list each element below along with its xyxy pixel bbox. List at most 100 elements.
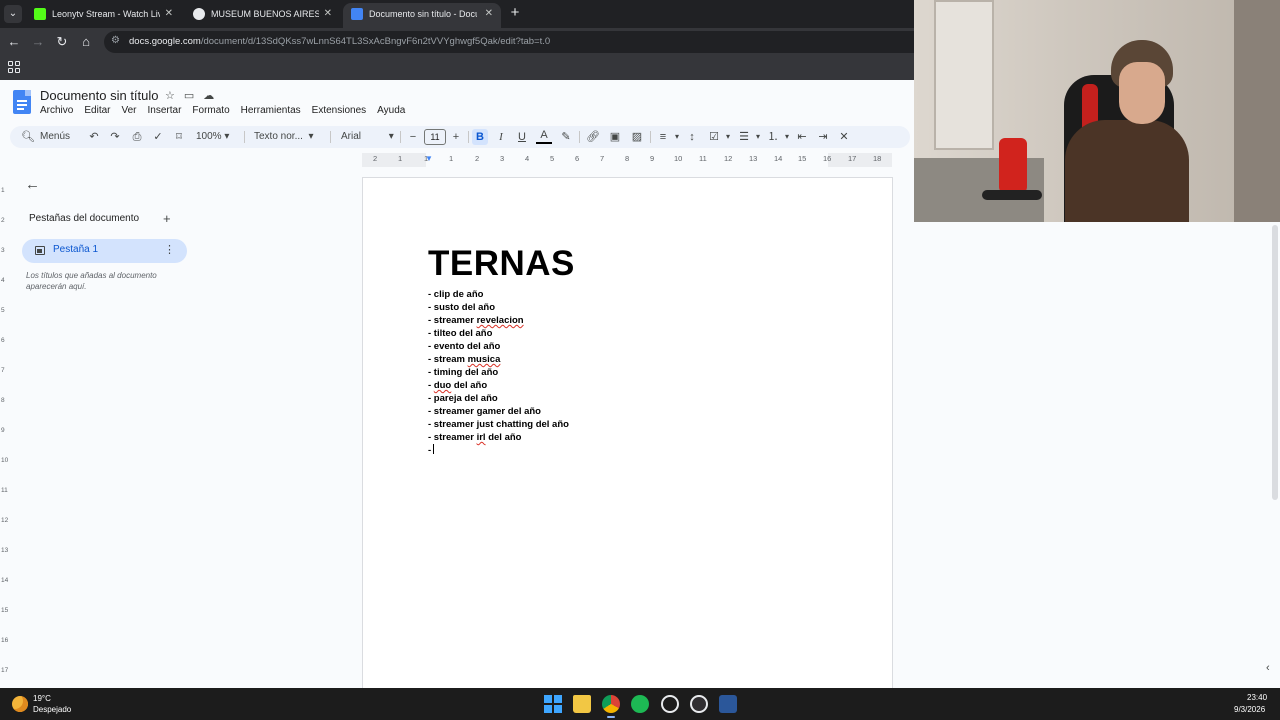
list-item[interactable]: - pareja del año xyxy=(428,392,569,405)
checklist-dropdown-chevron-icon[interactable]: ▾ xyxy=(720,126,736,148)
menu-formato[interactable]: Formato xyxy=(192,105,229,116)
insert-image-icon[interactable]: ▨ xyxy=(629,126,645,148)
chrome-icon[interactable] xyxy=(602,695,620,718)
misspelled-word[interactable]: revelacion xyxy=(477,315,524,326)
highlight-color-icon[interactable]: ✎ xyxy=(558,126,574,148)
decrease-indent-icon[interactable]: ⇤ xyxy=(794,126,810,148)
paint-format-icon[interactable]: ⌑ xyxy=(171,126,187,148)
back-arrow-icon[interactable]: ← xyxy=(5,33,23,51)
zoom-select[interactable]: 100% ▾ xyxy=(196,126,229,148)
text-color-icon[interactable]: A xyxy=(536,126,552,144)
clear-formatting-icon[interactable]: ✕ xyxy=(836,126,852,148)
spotify-icon[interactable] xyxy=(631,695,649,713)
document-page[interactable]: TERNAS - clip de año - susto del año - s… xyxy=(362,177,893,697)
menu-extensiones[interactable]: Extensiones xyxy=(312,105,366,116)
microphone-icon xyxy=(999,138,1027,193)
file-explorer-icon[interactable] xyxy=(573,695,591,713)
steam-icon[interactable] xyxy=(661,695,679,713)
more-options-icon[interactable]: ⋮ xyxy=(164,243,175,256)
italic-icon[interactable]: I xyxy=(493,126,509,148)
page-scrollbar[interactable] xyxy=(1272,225,1278,500)
document-heading[interactable]: TERNAS xyxy=(428,244,575,284)
spellcheck-icon[interactable]: ✓ xyxy=(150,126,166,148)
home-icon[interactable]: ⌂ xyxy=(77,33,95,51)
document-title[interactable]: Documento sin título xyxy=(40,88,159,103)
menus-search-label[interactable]: Menús xyxy=(40,126,70,148)
cloud-status-icon[interactable]: ☁ xyxy=(203,90,214,102)
misspelled-word[interactable]: musica xyxy=(468,354,501,365)
weather-moon-icon[interactable] xyxy=(12,696,28,712)
vertical-ruler[interactable]: 1 2 3 4 5 6 7 8 9 10 11 12 13 14 15 16 1… xyxy=(0,175,10,687)
site-settings-icon[interactable]: ⚙ xyxy=(111,35,123,49)
menu-editar[interactable]: Editar xyxy=(84,105,110,116)
weather-temperature[interactable]: 19°C xyxy=(33,694,51,703)
list-item[interactable]: - evento del año xyxy=(428,340,569,353)
bullet-dropdown-chevron-icon[interactable]: ▾ xyxy=(750,126,766,148)
close-tab-icon[interactable]: ✕ xyxy=(165,3,173,25)
list-item[interactable]: - tilteo del año xyxy=(428,327,569,340)
redo-icon[interactable]: ↷ xyxy=(107,126,123,148)
align-dropdown-chevron-icon[interactable]: ▾ xyxy=(669,126,685,148)
horizontal-ruler[interactable]: 2 1 1 1 2 3 4 5 6 7 8 9 10 11 12 13 14 1… xyxy=(362,153,892,167)
browser-tab-museum[interactable]: MUSEUM BUENOS AIRES VACIO ✕ xyxy=(185,3,340,28)
numbered-dropdown-chevron-icon[interactable]: ▾ xyxy=(779,126,795,148)
undo-icon[interactable]: ↶ xyxy=(86,126,102,148)
underline-icon[interactable]: U xyxy=(514,126,530,148)
list-item[interactable]: - streamer just chatting del año xyxy=(428,418,569,431)
list-item[interactable]: - streamer irl del año xyxy=(428,431,569,444)
insert-link-icon[interactable]: 🔗︎ xyxy=(585,126,601,148)
menu-ver[interactable]: Ver xyxy=(121,105,136,116)
sidebar-tab-pestana-1[interactable]: Pestaña 1 ⋮ xyxy=(22,239,187,263)
close-tab-icon[interactable]: ✕ xyxy=(485,3,493,25)
list-item[interactable]: - streamer gamer del año xyxy=(428,405,569,418)
add-comment-icon[interactable]: ▣ xyxy=(607,126,623,148)
misspelled-word[interactable]: irl xyxy=(477,432,486,443)
reload-icon[interactable]: ↻ xyxy=(53,33,71,51)
add-tab-plus-icon[interactable]: + xyxy=(163,211,171,226)
menu-herramientas[interactable]: Herramientas xyxy=(241,105,301,116)
increase-font-size-icon[interactable]: + xyxy=(448,126,464,148)
list-item[interactable]: - xyxy=(428,444,569,457)
windows-start-icon[interactable] xyxy=(544,695,562,713)
list-item[interactable]: - duo del año xyxy=(428,379,569,392)
menu-insertar[interactable]: Insertar xyxy=(148,105,182,116)
url-text: docs.google.com/document/d/13SdQKss7wLnn… xyxy=(129,36,551,47)
obs-icon[interactable] xyxy=(690,695,708,713)
style-select[interactable]: Texto nor... ▾ xyxy=(254,126,314,148)
list-item[interactable]: - streamer revelacion xyxy=(428,314,569,327)
clock-date[interactable]: 9/3/2026 xyxy=(1234,705,1265,714)
menu-ayuda[interactable]: Ayuda xyxy=(377,105,405,116)
close-tab-icon[interactable]: ✕ xyxy=(324,3,332,25)
increase-indent-icon[interactable]: ⇥ xyxy=(815,126,831,148)
tab-title: MUSEUM BUENOS AIRES VACIO xyxy=(211,9,319,19)
menu-archivo[interactable]: Archivo xyxy=(40,105,73,116)
browser-tab-leonytv[interactable]: Leonytv Stream - Watch Live on ✕ xyxy=(26,3,181,28)
clock-time[interactable]: 23:40 xyxy=(1247,693,1267,702)
list-item[interactable]: - susto del año xyxy=(428,301,569,314)
close-sidebar-arrow-icon[interactable]: ← xyxy=(25,176,40,193)
misspelled-word[interactable]: duo xyxy=(434,380,451,391)
bold-icon[interactable]: B xyxy=(472,129,488,145)
new-tab-plus-icon[interactable]: + xyxy=(505,3,525,23)
indent-marker-icon[interactable]: ▼ xyxy=(425,155,433,163)
star-icon[interactable]: ☆ xyxy=(165,90,175,102)
apps-grid-icon[interactable] xyxy=(8,61,20,73)
word-icon[interactable] xyxy=(719,695,737,713)
docs-logo-icon[interactable] xyxy=(13,90,31,114)
list-item[interactable]: - stream musica xyxy=(428,353,569,366)
decrease-font-size-icon[interactable]: − xyxy=(405,126,421,148)
search-icon[interactable]: 🔍︎ xyxy=(20,126,36,148)
print-icon[interactable]: ⎙ xyxy=(129,126,145,148)
list-item[interactable]: - timing del año xyxy=(428,366,569,379)
font-select[interactable]: Arial ▾ xyxy=(341,126,394,148)
browser-tab-docs[interactable]: Documento sin título - Docum ✕ xyxy=(343,3,501,28)
ruler-right-margin xyxy=(828,153,892,167)
move-folder-icon[interactable]: ▭ xyxy=(184,90,194,102)
font-size-input[interactable]: 11 xyxy=(424,129,446,145)
tab-search-chevron-icon[interactable]: ⌄ xyxy=(4,5,22,23)
weather-description[interactable]: Despejado xyxy=(33,705,71,714)
side-panel-chevron-icon[interactable]: ‹ xyxy=(1266,662,1270,674)
line-spacing-icon[interactable]: ↕ xyxy=(684,126,700,148)
forward-arrow-icon[interactable]: → xyxy=(29,33,47,51)
list-item[interactable]: - clip de año xyxy=(428,288,569,301)
